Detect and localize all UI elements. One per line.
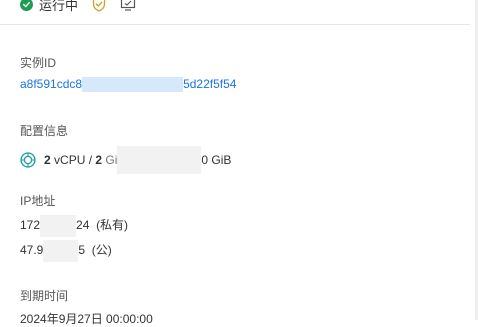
status-row: 运行中: [20, 0, 150, 14]
cpu-count: 2: [44, 153, 51, 167]
public-ip-tag: (公): [91, 243, 112, 258]
instance-id-label: 实例ID: [20, 56, 57, 70]
scrollbar-track[interactable]: [475, 0, 478, 320]
redaction-mask: [43, 240, 79, 262]
private-ip-suffix: 24: [76, 218, 90, 233]
memory-count: 2: [95, 153, 103, 167]
private-ip-prefix: 172: [20, 218, 41, 233]
redaction-mask: [117, 146, 202, 174]
redaction-highlight: [82, 77, 184, 93]
monitor-icon[interactable]: [120, 0, 136, 11]
expire-value: 2024年9月27日 00:00:00: [20, 312, 153, 326]
divider: [0, 24, 470, 25]
public-ip-suffix: 5: [78, 243, 86, 258]
cpu-unit: vCPU /: [54, 153, 93, 167]
expire-label: 到期时间: [20, 289, 69, 303]
public-ip-prefix: 47.9: [20, 243, 44, 258]
config-tail: 0 GiB: [201, 153, 232, 167]
check-circle-icon: [20, 0, 33, 11]
instance-id-prefix[interactable]: a8f591cdc8: [20, 77, 82, 91]
redaction-mask: [40, 215, 77, 237]
instance-id-suffix[interactable]: 5d22f5f54: [183, 77, 236, 91]
instance-id-value[interactable]: a8f591cdc8 5d22f5f54: [20, 77, 236, 93]
public-ip-row: 47.9 5 (公): [20, 240, 112, 262]
memory-partial: Gi: [105, 153, 118, 167]
private-ip-tag: (私有): [96, 218, 129, 233]
instance-detail-panel: 运行中 实例ID a8f591cdc8 5d22f5f54 配置信息 2 vCP…: [0, 0, 480, 326]
shield-check-icon[interactable]: [92, 0, 106, 12]
ip-label: IP地址: [20, 194, 56, 208]
chip-icon: [20, 152, 36, 168]
config-value: 2 vCPU / 2 Gi 0 GiB: [20, 146, 231, 174]
status-text: 运行中: [39, 0, 79, 13]
config-label: 配置信息: [20, 124, 69, 138]
private-ip-row: 172 24 (私有): [20, 215, 128, 237]
